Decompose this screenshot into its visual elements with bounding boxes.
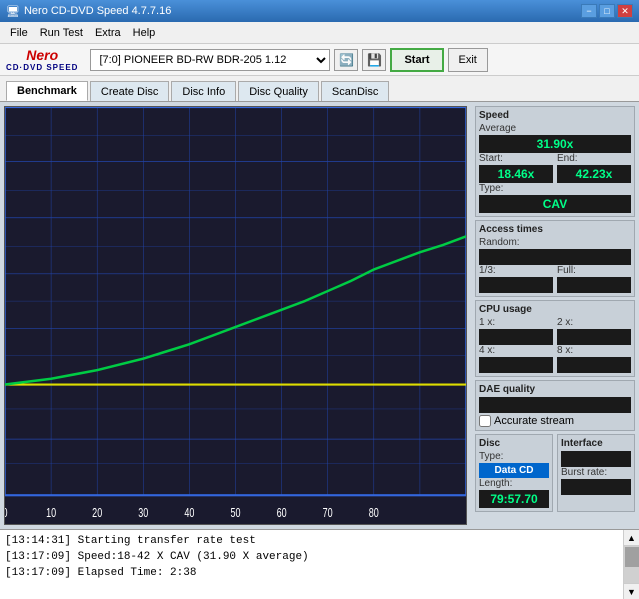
menu-help[interactable]: Help [127, 25, 162, 41]
average-label: Average [479, 123, 631, 134]
dae-title: DAE quality [479, 384, 631, 395]
menu-bar: File Run Test Extra Help [0, 22, 639, 44]
burst-value [561, 479, 631, 495]
exit-button[interactable]: Exit [448, 48, 488, 72]
end-label: End: [557, 153, 631, 164]
tab-disc-info[interactable]: Disc Info [171, 81, 236, 101]
speed-section: Speed Average 31.90x Start: 18.46x End: … [475, 106, 635, 217]
disc-title: Disc [479, 438, 549, 449]
log-line-0: [13:14:31] Starting transfer rate test [5, 533, 618, 549]
svg-text:50: 50 [230, 506, 240, 520]
random-label: Random: [479, 237, 631, 248]
menu-file[interactable]: File [4, 25, 34, 41]
accurate-label: Accurate [494, 415, 537, 427]
disc-type-label: Type: [479, 451, 549, 462]
access-title: Access times [479, 224, 631, 235]
random-value [479, 249, 631, 265]
menu-extra[interactable]: Extra [89, 25, 127, 41]
log-line-2: [13:17:09] Elapsed Time: 2:38 [5, 565, 618, 581]
cpu-1x-label: 1 x: [479, 317, 553, 328]
title-bar: 🖥 Nero CD-DVD Speed 4.7.7.16 − □ ✕ [0, 0, 639, 22]
interface-section: Interface Burst rate: [557, 434, 635, 512]
full-label: Full: [557, 265, 631, 276]
log-line-1: [13:17:09] Speed:18-42 X CAV (31.90 X av… [5, 549, 618, 565]
scroll-up-button[interactable]: ▲ [624, 530, 639, 546]
log-area: [13:14:31] Starting transfer rate test [… [0, 529, 639, 599]
scroll-track [624, 546, 639, 583]
stream-label: stream [540, 415, 574, 427]
cpu-1x-value [479, 329, 553, 345]
accurate-stream-row: Accurate stream [479, 415, 631, 427]
svg-text:40: 40 [184, 506, 194, 520]
log-content: [13:14:31] Starting transfer rate test [… [0, 530, 623, 599]
nero-logo: Nero CD·DVD SPEED [6, 47, 78, 72]
dae-section: DAE quality Accurate stream [475, 380, 635, 431]
drive-select[interactable]: [7:0] PIONEER BD-RW BDR-205 1.12 [90, 49, 330, 71]
right-panel: Speed Average 31.90x Start: 18.46x End: … [471, 102, 639, 529]
toolbar: Nero CD·DVD SPEED [7:0] PIONEER BD-RW BD… [0, 44, 639, 76]
close-button[interactable]: ✕ [617, 4, 633, 18]
cpu-4x-label: 4 x: [479, 345, 553, 356]
disc-length-label: Length: [479, 478, 549, 489]
title-bar-controls: − □ ✕ [581, 4, 633, 18]
svg-text:60: 60 [277, 506, 287, 520]
app-icon: 🖥 [6, 5, 20, 18]
disc-type-value: Data CD [479, 463, 549, 478]
svg-text:80: 80 [369, 506, 379, 520]
bottom-panels: Disc Type: Data CD Length: 79:57.70 Inte… [475, 434, 635, 512]
cpu-2x-value [557, 329, 631, 345]
tab-scan-disc[interactable]: ScanDisc [321, 81, 389, 101]
tab-create-disc[interactable]: Create Disc [90, 81, 169, 101]
log-scrollbar: ▲ ▼ [623, 530, 639, 599]
chart-svg: 0 10 20 30 40 50 60 70 80 8 X 16 X 24 X … [5, 107, 466, 524]
one-third-label: 1/3: [479, 265, 553, 276]
svg-text:70: 70 [323, 506, 333, 520]
tabs: Benchmark Create Disc Disc Info Disc Qua… [0, 76, 639, 102]
type-label: Type: [479, 183, 631, 194]
interface-title: Interface [561, 438, 631, 449]
svg-text:10: 10 [46, 506, 56, 520]
maximize-button[interactable]: □ [599, 4, 615, 18]
start-label: Start: [479, 153, 553, 164]
save-button[interactable]: 💾 [362, 49, 386, 71]
disc-type-section: Disc Type: Data CD Length: 79:57.70 [475, 434, 553, 512]
svg-text:30: 30 [138, 506, 148, 520]
tab-disc-quality[interactable]: Disc Quality [238, 81, 319, 101]
cpu-8x-value [557, 357, 631, 373]
accurate-stream-checkbox[interactable] [479, 415, 491, 427]
minimize-button[interactable]: − [581, 4, 597, 18]
one-third-value [479, 277, 553, 293]
refresh-button[interactable]: 🔄 [334, 49, 358, 71]
svg-text:20: 20 [92, 506, 102, 520]
end-value: 42.23x [557, 165, 631, 183]
cpu-section: CPU usage 1 x: 2 x: 4 x: 8 x: [475, 300, 635, 377]
burst-label: Burst rate: [561, 467, 631, 478]
access-section: Access times Random: 1/3: Full: [475, 220, 635, 297]
scroll-thumb[interactable] [625, 547, 639, 567]
start-button[interactable]: Start [390, 48, 443, 72]
svg-text:0: 0 [5, 506, 8, 520]
start-value: 18.46x [479, 165, 553, 183]
menu-run-test[interactable]: Run Test [34, 25, 89, 41]
interface-value [561, 451, 631, 467]
speed-title: Speed [479, 110, 631, 121]
title-bar-title: 🖥 Nero CD-DVD Speed 4.7.7.16 [6, 5, 171, 18]
dae-value [479, 397, 631, 413]
tab-benchmark[interactable]: Benchmark [6, 81, 88, 101]
average-value: 31.90x [479, 135, 631, 153]
main-content: Disc Quality [0, 102, 639, 529]
cpu-2x-label: 2 x: [557, 317, 631, 328]
cpu-8x-label: 8 x: [557, 345, 631, 356]
type-value: CAV [479, 195, 631, 213]
full-value [557, 277, 631, 293]
disc-length-value: 79:57.70 [479, 490, 549, 508]
chart-area: Disc Quality [4, 106, 467, 525]
cpu-4x-value [479, 357, 553, 373]
scroll-down-button[interactable]: ▼ [624, 583, 639, 599]
cpu-title: CPU usage [479, 304, 631, 315]
